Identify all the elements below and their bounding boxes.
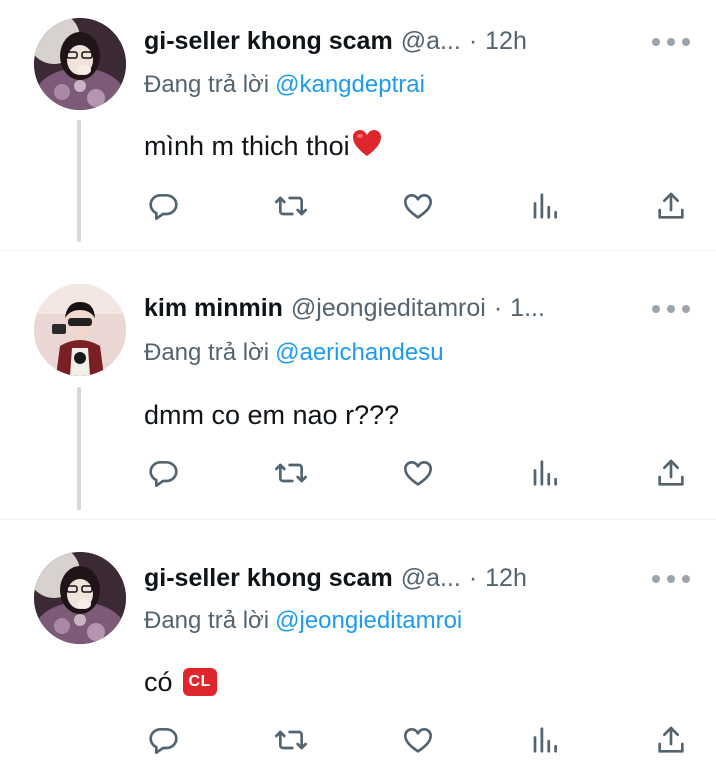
action-bar bbox=[0, 720, 716, 760]
avatar-image bbox=[34, 284, 126, 376]
replying-to: Đang trả lời @aerichandesu bbox=[144, 338, 444, 368]
display-name[interactable]: gi-seller khong scam bbox=[144, 564, 393, 593]
avatar[interactable] bbox=[34, 552, 126, 644]
tweet-text: dmm co em nao r??? bbox=[144, 397, 399, 433]
tweet-header: gi-seller khong scam @a... · 12h bbox=[144, 562, 716, 594]
avatar-image bbox=[34, 18, 126, 110]
reply-icon[interactable] bbox=[143, 453, 183, 493]
tweet-text: mình m thich thoi bbox=[144, 128, 382, 164]
retweet-icon[interactable] bbox=[271, 720, 311, 760]
handle[interactable]: @jeongieditamroi bbox=[291, 294, 486, 323]
retweet-icon[interactable] bbox=[271, 453, 311, 493]
replying-to-mention[interactable]: @jeongieditamroi bbox=[275, 607, 462, 635]
replying-to-label: Đang trả lời bbox=[144, 339, 270, 366]
tweet-text-content: dmm co em nao r??? bbox=[144, 399, 400, 430]
replying-to-mention[interactable]: @aerichandesu bbox=[275, 339, 443, 367]
like-icon[interactable] bbox=[398, 720, 438, 760]
action-bar bbox=[0, 186, 716, 226]
handle[interactable]: @a... bbox=[401, 564, 461, 593]
replying-to-mention[interactable]: @kangdeptrai bbox=[275, 71, 425, 99]
tweet[interactable]: gi-seller khong scam @a... · 12h Đang tr… bbox=[0, 0, 716, 250]
reply-thread-feed: gi-seller khong scam @a... · 12h Đang tr… bbox=[0, 0, 716, 768]
handle[interactable]: @a... bbox=[401, 27, 461, 56]
tweet[interactable]: gi-seller khong scam @a... · 12h Đang tr… bbox=[0, 520, 716, 768]
reply-icon[interactable] bbox=[143, 720, 183, 760]
share-icon[interactable] bbox=[651, 720, 691, 760]
tweet-header: kim minmin @jeongieditamroi · 1... bbox=[144, 292, 716, 324]
more-options-icon[interactable] bbox=[652, 32, 690, 52]
tweet-text-content: có bbox=[144, 666, 173, 697]
action-bar bbox=[0, 453, 716, 493]
display-name[interactable]: kim minmin bbox=[144, 294, 283, 323]
timestamp[interactable]: 1... bbox=[510, 294, 545, 323]
replying-to-label: Đang trả lời bbox=[144, 607, 270, 634]
replying-to-label: Đang trả lời bbox=[144, 71, 270, 98]
views-icon[interactable] bbox=[525, 186, 565, 226]
share-icon[interactable] bbox=[651, 186, 691, 226]
timestamp[interactable]: 12h bbox=[485, 564, 527, 593]
heart-emoji bbox=[352, 129, 382, 164]
separator: · bbox=[468, 26, 478, 55]
retweet-icon[interactable] bbox=[271, 186, 311, 226]
replying-to: Đang trả lời @jeongieditamroi bbox=[144, 606, 462, 636]
cl-emoji: CL bbox=[182, 668, 217, 696]
more-options-icon[interactable] bbox=[652, 569, 690, 589]
tweet-text: có CL bbox=[144, 664, 217, 700]
replying-to: Đang trả lời @kangdeptrai bbox=[144, 70, 425, 100]
more-options-icon[interactable] bbox=[652, 299, 690, 319]
like-icon[interactable] bbox=[398, 186, 438, 226]
views-icon[interactable] bbox=[525, 720, 565, 760]
tweet-header: gi-seller khong scam @a... · 12h bbox=[144, 25, 716, 57]
avatar[interactable] bbox=[34, 284, 126, 376]
reply-icon[interactable] bbox=[143, 186, 183, 226]
tweet[interactable]: kim minmin @jeongieditamroi · 1... Đang … bbox=[0, 251, 716, 519]
tweet-text-content: mình m thich thoi bbox=[144, 130, 350, 161]
display-name[interactable]: gi-seller khong scam bbox=[144, 27, 393, 56]
separator: · bbox=[493, 293, 503, 322]
like-icon[interactable] bbox=[398, 453, 438, 493]
avatar-image bbox=[34, 552, 126, 644]
separator: · bbox=[468, 563, 478, 592]
avatar[interactable] bbox=[34, 18, 126, 110]
views-icon[interactable] bbox=[525, 453, 565, 493]
share-icon[interactable] bbox=[651, 453, 691, 493]
timestamp[interactable]: 12h bbox=[485, 27, 527, 56]
